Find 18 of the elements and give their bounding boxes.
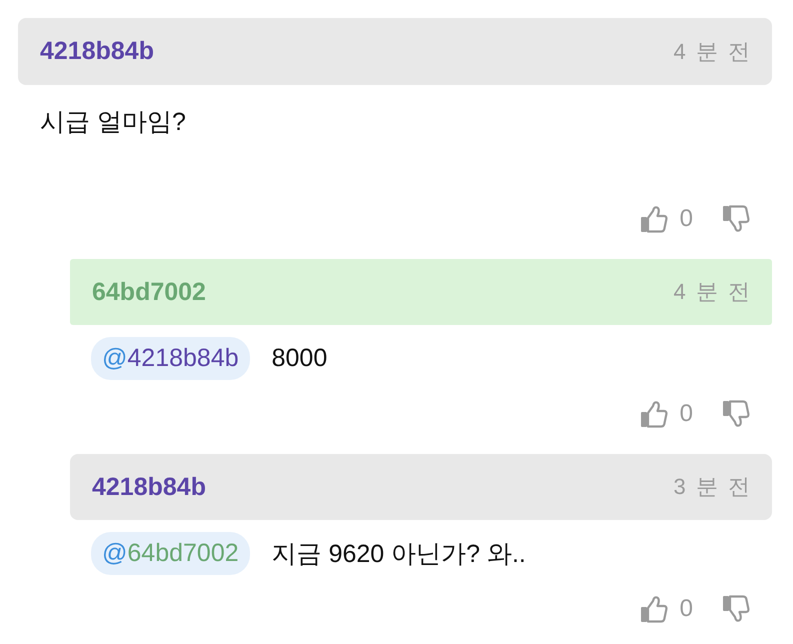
thumbs-up-icon[interactable] bbox=[640, 595, 668, 623]
thumbs-down-icon[interactable] bbox=[722, 595, 750, 623]
comment-text: 시급 얼마임? bbox=[40, 106, 186, 138]
thumbs-up-icon[interactable] bbox=[640, 400, 668, 428]
like-count: 0 bbox=[680, 205, 693, 233]
timestamp: 4 분 전 bbox=[674, 278, 752, 306]
like-count: 0 bbox=[680, 595, 693, 623]
thumbs-down-icon[interactable] bbox=[722, 205, 750, 233]
comment-text: 8000 bbox=[272, 344, 328, 373]
author-name[interactable]: 4218b84b bbox=[92, 472, 206, 502]
comment-text: 지금 9620 아닌가? 와.. bbox=[272, 539, 526, 570]
author-name[interactable]: 4218b84b bbox=[40, 37, 154, 66]
thumbs-down-icon[interactable] bbox=[722, 400, 750, 428]
like-count: 0 bbox=[680, 400, 693, 428]
timestamp: 4 분 전 bbox=[674, 38, 752, 66]
timestamp: 3 분 전 bbox=[674, 473, 752, 501]
thumbs-up-icon[interactable] bbox=[640, 205, 668, 233]
mention-tag[interactable]: @4218b84b bbox=[91, 337, 250, 380]
